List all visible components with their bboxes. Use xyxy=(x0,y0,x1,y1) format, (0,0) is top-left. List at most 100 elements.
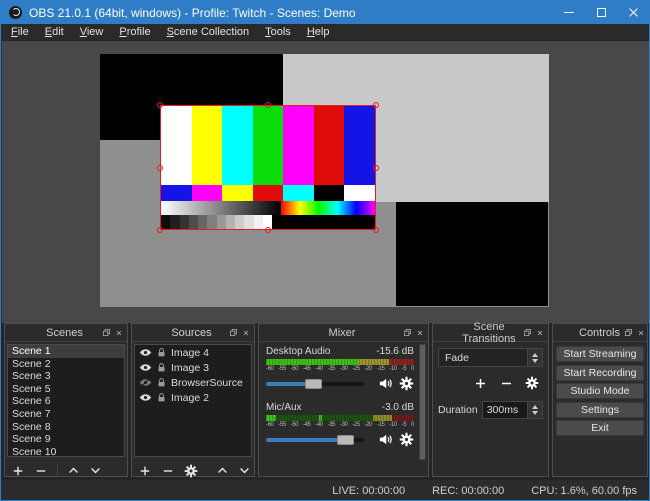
transition-select-arrows[interactable] xyxy=(527,349,542,366)
selection-handle[interactable] xyxy=(373,102,379,108)
duration-spin-arrows[interactable] xyxy=(527,402,542,418)
add-source-button[interactable] xyxy=(138,462,152,480)
close-icon[interactable] xyxy=(637,329,645,337)
selection-handle[interactable] xyxy=(265,102,271,108)
float-icon[interactable] xyxy=(403,328,412,337)
eye-icon[interactable] xyxy=(139,389,152,407)
scene-list-item[interactable]: Scene 8 xyxy=(8,421,124,434)
title-bar[interactable]: OBS 21.0.1 (64bit, windows) - Profile: T… xyxy=(1,1,649,24)
close-button[interactable] xyxy=(617,1,649,24)
transition-properties-gear-icon[interactable] xyxy=(525,376,539,391)
source-list-item[interactable]: BrowserSource xyxy=(135,375,251,390)
menu-scene-collection[interactable]: Scene Collection xyxy=(159,24,258,41)
obs-logo-icon[interactable] xyxy=(9,6,22,19)
menu-view[interactable]: View xyxy=(72,24,112,41)
transition-select[interactable]: Fade xyxy=(438,348,543,367)
mixer-dock-header[interactable]: Mixer xyxy=(259,324,428,342)
source-list-item[interactable]: Image 2 xyxy=(135,390,251,405)
toolbar-divider xyxy=(57,465,58,477)
menu-tools[interactable]: Tools xyxy=(257,24,299,41)
scene-down-button[interactable] xyxy=(89,462,102,480)
source-list-item[interactable]: Image 4 xyxy=(135,345,251,360)
scene-list-item[interactable]: Scene 6 xyxy=(8,395,124,408)
remove-source-button[interactable] xyxy=(161,462,175,480)
minimize-button[interactable] xyxy=(553,1,585,24)
transition-selected-value: Fade xyxy=(439,352,527,364)
scene-list-item[interactable]: Scene 9 xyxy=(8,433,124,446)
close-icon[interactable] xyxy=(115,329,123,337)
start-recording-button[interactable]: Start Recording xyxy=(556,365,644,381)
scene-list-item[interactable]: Scene 5 xyxy=(8,383,124,396)
channel-settings-gear-icon[interactable] xyxy=(399,432,414,447)
chevron-up-icon xyxy=(532,353,538,357)
mixer-channel-desktop-audio: Desktop Audio -15.6 dB -60-55-50 -45-40-… xyxy=(266,346,414,391)
source-list-item[interactable]: Image 3 xyxy=(135,360,251,375)
mixer-scrollbar[interactable] xyxy=(419,344,426,460)
program-canvas[interactable] xyxy=(100,54,549,307)
volume-slider[interactable] xyxy=(266,382,364,386)
selection-handle[interactable] xyxy=(157,227,163,233)
source-down-button[interactable] xyxy=(238,462,251,480)
scene-list-item[interactable]: Scene 2 xyxy=(8,358,124,371)
transitions-dock-header[interactable]: Scene Transitions xyxy=(433,324,548,342)
mixer-body: Desktop Audio -15.6 dB -60-55-50 -45-40-… xyxy=(259,342,428,462)
add-scene-button[interactable] xyxy=(11,462,25,480)
scene-up-button[interactable] xyxy=(67,462,80,480)
source-name: Image 2 xyxy=(171,392,209,404)
mixer-dock-title: Mixer xyxy=(263,327,399,339)
remove-transition-button[interactable] xyxy=(499,376,514,391)
speaker-icon[interactable] xyxy=(378,432,393,447)
volume-slider[interactable] xyxy=(266,438,364,442)
selection-handle[interactable] xyxy=(157,165,163,171)
transitions-toolbar xyxy=(438,376,539,391)
float-icon[interactable] xyxy=(229,328,238,337)
float-icon[interactable] xyxy=(102,328,111,337)
close-icon[interactable] xyxy=(536,329,544,337)
maximize-icon xyxy=(597,8,606,17)
source-name: BrowserSource xyxy=(171,377,243,389)
selection-handle[interactable] xyxy=(157,102,163,108)
selection-handle[interactable] xyxy=(373,165,379,171)
selected-source-test-pattern[interactable] xyxy=(160,105,376,230)
exit-button[interactable]: Exit xyxy=(556,420,644,436)
menu-edit[interactable]: Edit xyxy=(37,24,72,41)
selection-handle[interactable] xyxy=(373,227,379,233)
volume-slider-handle[interactable] xyxy=(337,435,354,445)
scene-list-item[interactable]: Scene 3 xyxy=(8,370,124,383)
channel-level-db: -3.0 dB xyxy=(382,402,414,413)
add-transition-button[interactable] xyxy=(473,376,488,391)
selection-handle[interactable] xyxy=(265,227,271,233)
lock-icon[interactable] xyxy=(156,389,167,407)
studio-mode-button[interactable]: Studio Mode xyxy=(556,383,644,399)
maximize-button[interactable] xyxy=(585,1,617,24)
sources-dock-header[interactable]: Sources xyxy=(132,324,254,342)
float-icon[interactable] xyxy=(624,328,633,337)
smpte-reverse-bars xyxy=(161,185,375,201)
scene-list-item[interactable]: Scene 1 xyxy=(8,345,124,358)
cpu-fps: CPU: 1.6%, 60.00 fps xyxy=(531,485,637,497)
speaker-icon[interactable] xyxy=(378,376,393,391)
controls-dock-header[interactable]: Controls xyxy=(553,324,647,342)
close-icon[interactable] xyxy=(416,329,424,337)
menu-file[interactable]: File xyxy=(3,24,37,41)
menu-help[interactable]: Help xyxy=(299,24,338,41)
settings-button[interactable]: Settings xyxy=(556,402,644,418)
source-up-button[interactable] xyxy=(216,462,229,480)
mixer-dock: Mixer Desktop Audio -15.6 dB xyxy=(258,323,429,477)
scene-list-item[interactable]: Scene 10 xyxy=(8,446,124,459)
volume-slider-handle[interactable] xyxy=(305,379,322,389)
remove-scene-button[interactable] xyxy=(34,462,48,480)
chevron-up-icon xyxy=(532,405,538,409)
menu-profile[interactable]: Profile xyxy=(111,24,158,41)
scenes-dock-header[interactable]: Scenes xyxy=(5,324,127,342)
scene-list-item[interactable]: Scene 7 xyxy=(8,408,124,421)
gradient-strip xyxy=(161,201,375,216)
preview-area[interactable] xyxy=(2,41,650,323)
duration-spinbox[interactable]: 300ms xyxy=(482,401,543,419)
source-properties-gear-icon[interactable] xyxy=(184,462,198,480)
close-icon[interactable] xyxy=(242,329,250,337)
float-icon[interactable] xyxy=(523,328,532,337)
dock-area: Scenes Scene 1 Scene 2 Scene 3 Scene 5 S… xyxy=(1,323,650,479)
start-streaming-button[interactable]: Start Streaming xyxy=(556,346,644,362)
channel-settings-gear-icon[interactable] xyxy=(399,376,414,391)
